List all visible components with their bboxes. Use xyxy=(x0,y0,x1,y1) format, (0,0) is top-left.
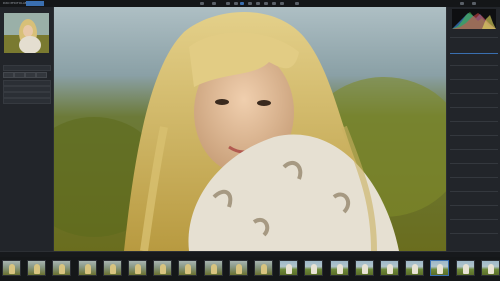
app-title: DXO PHOTOLAB xyxy=(3,1,27,5)
thumbnail-subject xyxy=(59,264,66,274)
thumbnail-subject xyxy=(336,264,343,274)
repair-icon[interactable] xyxy=(264,2,268,5)
filmstrip-thumbnail[interactable] xyxy=(52,260,72,276)
right-panel xyxy=(446,7,500,251)
main-photo xyxy=(54,7,446,251)
navigator-thumbnail[interactable] xyxy=(4,13,49,53)
filmstrip-thumbnail[interactable] xyxy=(153,260,173,276)
slider[interactable] xyxy=(450,93,498,94)
thumbnail-subject xyxy=(34,264,41,274)
histogram xyxy=(452,9,496,29)
thumbnail-subject xyxy=(387,264,393,274)
view-icon[interactable] xyxy=(200,2,204,5)
slider[interactable] xyxy=(450,163,498,164)
crop-icon[interactable] xyxy=(226,2,230,5)
filmstrip-thumbnail[interactable] xyxy=(329,260,349,276)
slider[interactable] xyxy=(450,121,498,122)
filmstrip-thumbnail[interactable] xyxy=(102,260,122,276)
settings-icon[interactable] xyxy=(472,2,476,5)
filmstrip xyxy=(0,257,500,281)
left-panel xyxy=(0,7,54,251)
export-icon[interactable] xyxy=(460,2,464,5)
thumbnail-subject xyxy=(286,264,293,274)
thumbnail-subject xyxy=(210,264,217,274)
perspective-icon[interactable] xyxy=(256,2,260,5)
filmstrip-thumbnail[interactable] xyxy=(77,260,97,276)
divider xyxy=(450,37,498,38)
filmstrip-thumbnail[interactable] xyxy=(354,260,374,276)
preset-button[interactable] xyxy=(3,72,14,78)
thumbnail-subject xyxy=(261,264,267,274)
paste-button[interactable] xyxy=(25,72,36,78)
compare-icon[interactable] xyxy=(212,2,216,5)
tab-customize[interactable] xyxy=(26,1,44,6)
filmstrip-thumbnail[interactable] xyxy=(27,260,47,276)
copy-button[interactable] xyxy=(14,72,25,78)
filmstrip-thumbnail[interactable] xyxy=(279,260,299,276)
thumbnail-subject xyxy=(437,264,444,274)
thumbnail-subject xyxy=(311,264,318,274)
eyedropper-icon[interactable] xyxy=(280,2,284,5)
slider[interactable] xyxy=(450,149,498,150)
slider[interactable] xyxy=(450,177,498,178)
slider[interactable] xyxy=(450,205,498,206)
thumbnail-subject xyxy=(412,264,419,274)
filmstrip-thumbnail[interactable] xyxy=(2,260,21,276)
filmstrip-thumbnail[interactable] xyxy=(430,260,450,276)
horizon-icon[interactable] xyxy=(248,2,252,5)
thumbnail-subject xyxy=(361,264,368,274)
filmstrip-thumbnail[interactable] xyxy=(380,260,399,276)
filmstrip-thumbnail[interactable] xyxy=(128,260,147,276)
filmstrip-thumbnail[interactable] xyxy=(455,260,475,276)
slider[interactable] xyxy=(450,79,498,80)
reset-button[interactable] xyxy=(36,72,47,78)
zoom-icon[interactable] xyxy=(295,2,299,5)
filmstrip-thumbnail[interactable] xyxy=(228,260,248,276)
slider[interactable] xyxy=(450,53,498,54)
filmstrip-thumbnail[interactable] xyxy=(254,260,273,276)
thumbnail-subject xyxy=(9,264,15,274)
thumbnail-subject xyxy=(185,264,192,274)
slider[interactable] xyxy=(450,191,498,192)
slider[interactable] xyxy=(450,233,498,234)
slider[interactable] xyxy=(450,65,498,66)
image-viewer[interactable] xyxy=(54,7,446,251)
filmstrip-thumbnail[interactable] xyxy=(203,260,223,276)
thumbnail-subject xyxy=(235,264,242,274)
slider[interactable] xyxy=(450,135,498,136)
thumbnail-subject xyxy=(109,264,116,274)
rotate-icon[interactable] xyxy=(234,2,238,5)
thumbnail-subject xyxy=(84,264,91,274)
history-row-4[interactable] xyxy=(3,98,51,104)
filmstrip-thumbnail[interactable] xyxy=(304,260,324,276)
select-icon[interactable] xyxy=(240,2,244,5)
filter-field[interactable] xyxy=(3,65,51,71)
thumbnail-subject xyxy=(160,264,167,274)
slider[interactable] xyxy=(450,107,498,108)
filmstrip-thumbnail[interactable] xyxy=(480,260,500,276)
thumbnail-subject xyxy=(135,264,141,274)
local-adjust-icon[interactable] xyxy=(272,2,276,5)
filmstrip-thumbnail[interactable] xyxy=(178,260,198,276)
slider[interactable] xyxy=(450,219,498,220)
thumbnail-subject xyxy=(462,264,469,274)
thumbnail-subject xyxy=(487,264,494,274)
filmstrip-thumbnail[interactable] xyxy=(405,260,425,276)
